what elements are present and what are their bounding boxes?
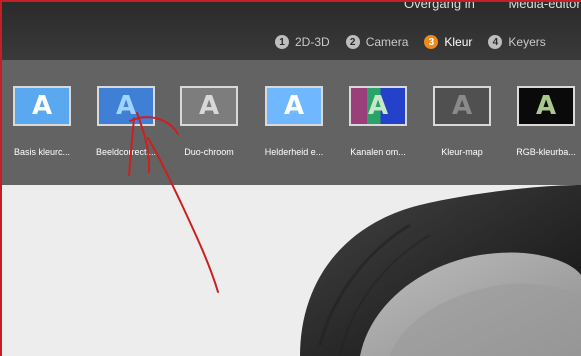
effect-color-map[interactable]: A Kleur-map [430, 86, 494, 157]
effect-label: RGB-kleurba... [516, 147, 576, 157]
tab-number-badge: 4 [488, 35, 503, 49]
tab-number-badge: 1 [275, 35, 289, 49]
top-menu: Overgang in Media-editor [404, 0, 581, 11]
effect-label: Basis kleurc... [13, 147, 71, 157]
woman-portrait-image [0, 185, 581, 356]
menu-transition-in[interactable]: Overgang in [404, 0, 475, 11]
effect-thumbnail: A [349, 86, 407, 126]
tab-label: Keyers [508, 35, 546, 49]
tab-label: Camera [365, 35, 409, 49]
effect-duotone[interactable]: A Duo-chroom [177, 86, 241, 157]
tab-2d-3d[interactable]: 1 2D-3D [275, 35, 330, 49]
tab-camera[interactable]: 2 Camera [345, 35, 409, 49]
effects-strip: A Basis kleurc... A Beeldcorrecti... A D… [0, 60, 581, 185]
effect-thumbnail: A [180, 86, 238, 126]
tab-number-badge: 2 [345, 35, 360, 49]
toolbar: Overgang in Media-editor 1 2D-3D 2 Camer… [0, 0, 581, 60]
menu-media-editor[interactable]: Media-editor [508, 0, 580, 11]
effect-channels[interactable]: A Kanalen om... [346, 86, 410, 157]
effect-thumbnail: A [265, 86, 323, 126]
effect-basic-color[interactable]: A Basis kleurc... [10, 86, 74, 157]
effect-label: Beeldcorrecti... [95, 147, 157, 157]
tab-keyers[interactable]: 4 Keyers [488, 35, 546, 49]
category-tabs: 1 2D-3D 2 Camera 3 Kleur 4 Keyers [275, 35, 546, 49]
effect-thumbnail: A [97, 86, 155, 126]
tab-kleur[interactable]: 3 Kleur [424, 35, 472, 49]
preview-image [0, 185, 581, 356]
effect-thumbnail: A [433, 86, 491, 126]
effect-label: Duo-chroom [184, 147, 234, 157]
tab-label: 2D-3D [295, 35, 330, 49]
tab-number-badge: 3 [424, 35, 439, 49]
effect-label: Kanalen om... [350, 147, 406, 157]
effect-brightness[interactable]: A Helderheid e... [262, 86, 326, 157]
effect-thumbnail: A [13, 86, 71, 126]
effect-label: Kleur-map [441, 147, 483, 157]
effect-label: Helderheid e... [264, 147, 324, 157]
effect-rgb-color-balance[interactable]: A RGB-kleurba... [514, 86, 578, 157]
effect-image-correction[interactable]: A Beeldcorrecti... [94, 86, 158, 157]
effect-thumbnail: A [517, 86, 575, 126]
tab-label: Kleur [444, 35, 473, 49]
